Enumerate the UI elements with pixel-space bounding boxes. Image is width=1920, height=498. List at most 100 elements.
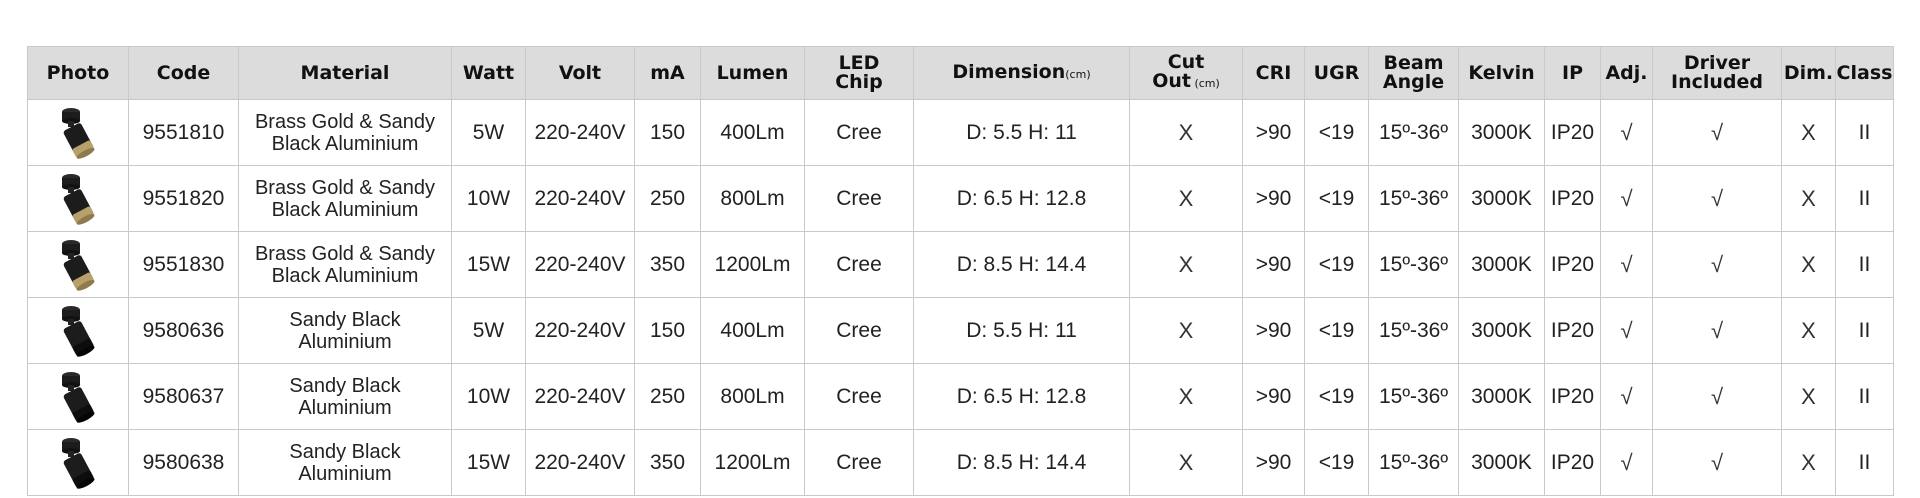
cell-text: Sandy Black <box>289 374 401 397</box>
cell-material: Sandy Black Aluminium <box>238 429 452 496</box>
cell-text: √ <box>1620 449 1633 475</box>
header-label: Volt <box>558 61 602 84</box>
header-label: Angle <box>1382 71 1445 93</box>
cell-class: II <box>1835 165 1894 232</box>
cell-text: 5W <box>472 318 505 342</box>
cell-watt: 5W <box>451 99 526 166</box>
cell-driver: √ <box>1652 429 1782 496</box>
cell-dim: X <box>1781 429 1836 496</box>
cell-text: >90 <box>1255 120 1292 144</box>
cell-text: 350 <box>649 450 686 474</box>
cell-text: Aluminium <box>298 396 392 419</box>
cell-dimension: D: 6.5 H: 12.8 <box>913 165 1130 232</box>
cell-class: II <box>1835 297 1894 364</box>
column-header-code: Code <box>128 46 239 100</box>
table-row: 9580638 Sandy Black Aluminium 15W 220-240V 35… <box>27 429 1894 496</box>
cell-text: >90 <box>1255 450 1292 474</box>
cell-text: 15º-36º <box>1378 450 1449 474</box>
cell-text: 10W <box>466 186 511 210</box>
column-header-volt: Volt <box>525 46 635 100</box>
header-row: Photo Code Material Watt Volt mA Lumen LED Chip D… <box>27 46 1894 100</box>
cell-led: Cree <box>804 297 914 364</box>
header-label: Material <box>300 61 390 84</box>
cell-lumen: 1200Lm <box>700 429 805 496</box>
gold-black-spotlight-icon <box>62 239 95 291</box>
header-label: UGR <box>1313 61 1360 84</box>
cell-text: <19 <box>1318 318 1355 342</box>
cell-beam: 15º-36º <box>1368 99 1459 166</box>
cell-text: Cree <box>836 186 882 210</box>
cell-text: Sandy Black <box>289 308 401 331</box>
cell-text: 9580638 <box>142 450 225 474</box>
cell-driver: √ <box>1652 363 1782 430</box>
cell-ma: 350 <box>634 429 701 496</box>
column-header-driver: Driver Included <box>1652 46 1782 100</box>
cell-text: Cree <box>836 450 882 474</box>
cell-photo <box>27 429 129 496</box>
product-spec-table: Photo Code Material Watt Volt mA Lumen LED Chip D… <box>27 46 1894 496</box>
header-label: CRI <box>1255 61 1292 84</box>
cell-text: IP20 <box>1550 384 1595 408</box>
cell-driver: √ <box>1652 297 1782 364</box>
cell-adj: √ <box>1600 165 1653 232</box>
cell-ugr: <19 <box>1304 363 1369 430</box>
cell-ugr: <19 <box>1304 231 1369 298</box>
header-unit: (cm) <box>1065 67 1091 81</box>
cell-text: 800Lm <box>720 186 785 210</box>
cell-text: D: 8.5 H: 14.4 <box>956 252 1087 276</box>
cell-adj: √ <box>1600 231 1653 298</box>
cell-code: 9580636 <box>128 297 239 364</box>
cell-led: Cree <box>804 165 914 232</box>
cell-cri: >90 <box>1242 231 1305 298</box>
cell-dim: X <box>1781 165 1836 232</box>
column-header-cri: CRI <box>1242 46 1305 100</box>
cell-text: 15º-36º <box>1378 318 1449 342</box>
cell-text: 150 <box>649 318 686 342</box>
cell-text: √ <box>1620 383 1633 409</box>
cell-text: 3000K <box>1471 384 1532 408</box>
cell-text: <19 <box>1318 384 1355 408</box>
cell-text: Black Aluminium <box>271 132 419 155</box>
cell-text: X <box>1801 383 1816 409</box>
cell-code: 9580638 <box>128 429 239 496</box>
cell-text: X <box>1801 449 1816 475</box>
cell-text: √ <box>1620 185 1633 211</box>
cell-material: Sandy Black Aluminium <box>238 297 452 364</box>
black-spotlight-icon <box>62 371 95 423</box>
header-label: Kelvin <box>1468 61 1535 84</box>
cell-adj: √ <box>1600 99 1653 166</box>
cell-photo <box>27 99 129 166</box>
cell-text: 3000K <box>1471 318 1532 342</box>
cell-ip: IP20 <box>1544 165 1601 232</box>
cell-text: 150 <box>649 120 686 144</box>
cell-text: II <box>1858 318 1871 342</box>
header-label: Included <box>1671 71 1763 93</box>
cell-text: 220-240V <box>534 384 626 408</box>
column-header-ma: mA <box>634 46 701 100</box>
cell-text: 15º-36º <box>1378 186 1449 210</box>
cell-volt: 220-240V <box>525 231 635 298</box>
cell-text: IP20 <box>1550 120 1595 144</box>
cell-code: 9551810 <box>128 99 239 166</box>
cell-text: 400Lm <box>720 120 785 144</box>
cell-watt: 5W <box>451 297 526 364</box>
column-header-led: LED Chip <box>804 46 914 100</box>
table-row: 9551820 Brass Gold & Sandy Black Aluminium… <box>27 165 1894 232</box>
cell-text: X <box>1801 119 1816 145</box>
cell-led: Cree <box>804 363 914 430</box>
column-header-watt: Watt <box>451 46 526 100</box>
black-spotlight-icon <box>62 305 95 357</box>
column-header-lumen: Lumen <box>700 46 805 100</box>
cell-ugr: <19 <box>1304 99 1369 166</box>
cell-text: X <box>1178 185 1194 211</box>
cell-text: II <box>1858 186 1871 210</box>
header-label: Class <box>1836 61 1893 84</box>
cell-ip: IP20 <box>1544 99 1601 166</box>
header-label: IP <box>1562 61 1583 84</box>
cell-text: D: 6.5 H: 12.8 <box>956 186 1087 210</box>
cell-cri: >90 <box>1242 297 1305 364</box>
column-header-cutout: Cut Out (cm) <box>1129 46 1243 100</box>
cell-text: √ <box>1710 449 1724 475</box>
cell-photo <box>27 363 129 430</box>
cell-text: 15º-36º <box>1378 384 1449 408</box>
